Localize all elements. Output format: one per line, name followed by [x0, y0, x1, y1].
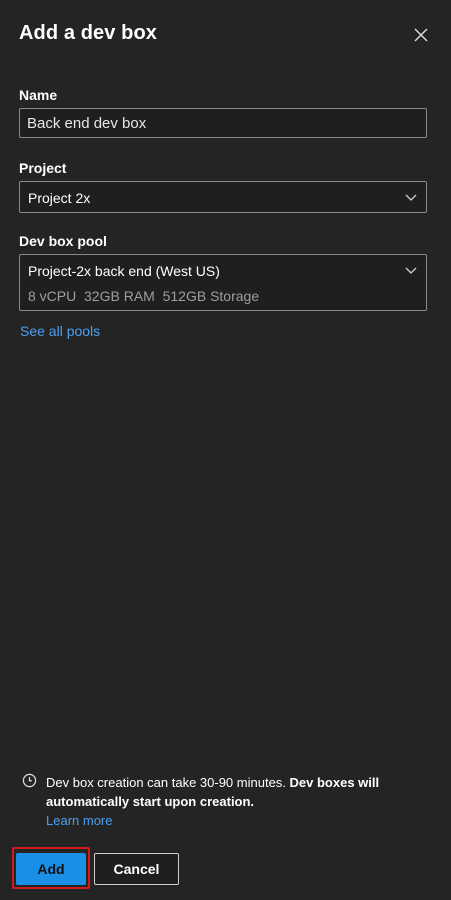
name-input[interactable]: Back end dev box	[19, 108, 427, 138]
pool-details: 8 vCPU 32GB RAM 512GB Storage	[28, 288, 260, 304]
add-button[interactable]: Add	[16, 853, 86, 885]
see-all-pools-link[interactable]: See all pools	[20, 323, 100, 339]
chevron-down-icon	[405, 194, 417, 201]
close-icon	[414, 28, 428, 42]
info-text: Dev box creation can take 30-90 minutes.	[46, 775, 290, 790]
project-select-value: Project 2x	[28, 190, 91, 206]
cancel-button[interactable]: Cancel	[94, 853, 179, 885]
name-label: Name	[19, 87, 58, 103]
dialog-title: Add a dev box	[19, 22, 157, 44]
clock-icon	[22, 773, 37, 788]
info-message: Dev box creation can take 30-90 minutes.…	[46, 773, 426, 830]
learn-more-link[interactable]: Learn more	[46, 811, 426, 830]
pool-select[interactable]: Project-2x back end (West US) 8 vCPU 32G…	[19, 254, 427, 311]
name-input-value: Back end dev box	[27, 114, 147, 132]
project-label: Project	[19, 160, 67, 176]
pool-label: Dev box pool	[19, 233, 107, 249]
chevron-down-icon	[405, 267, 417, 274]
pool-select-value: Project-2x back end (West US)	[28, 263, 220, 279]
project-select[interactable]: Project 2x	[19, 181, 427, 213]
close-button[interactable]	[408, 22, 434, 48]
add-dev-box-panel: Add a dev box Name Back end dev box Proj…	[0, 0, 451, 900]
